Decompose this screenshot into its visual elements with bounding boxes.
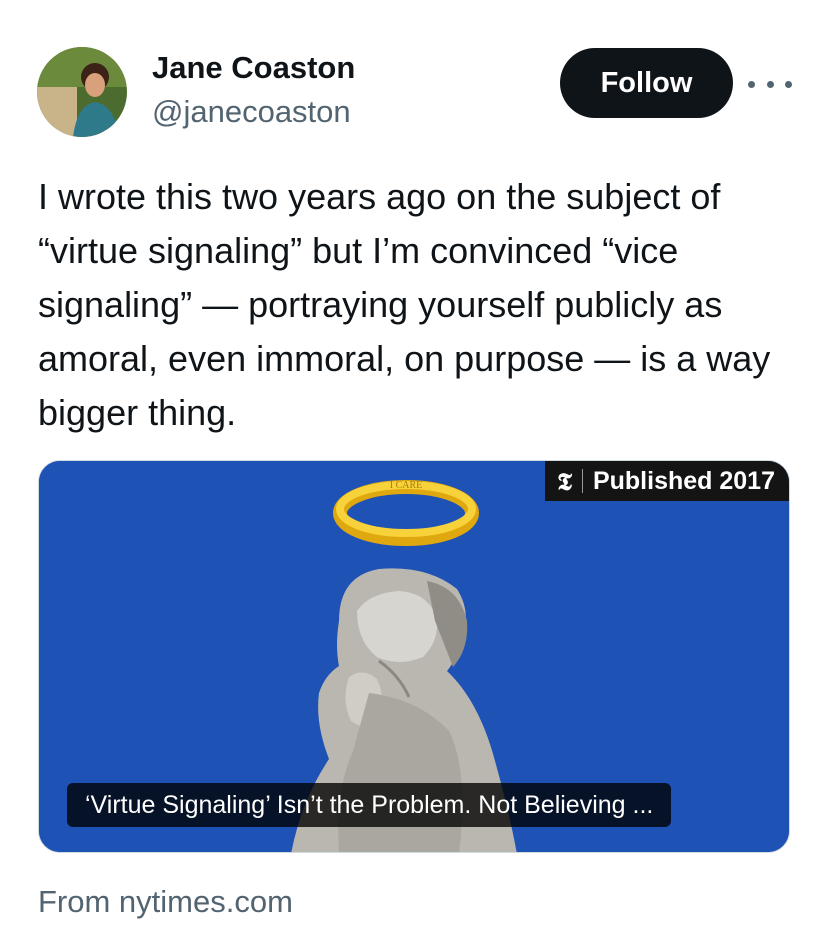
tweet-text: I wrote this two years ago on the subjec… — [38, 176, 771, 433]
article-title[interactable]: ‘Virtue Signaling’ Isn’t the Problem. No… — [67, 783, 672, 827]
published-badge: 𝕿 Published 2017 — [545, 461, 789, 501]
link-card[interactable]: I CARE 𝕿 Published 2017 ‘Virtue Signalin… — [38, 460, 790, 853]
published-text: Published 2017 — [592, 466, 775, 495]
avatar[interactable] — [37, 47, 127, 137]
follow-button[interactable]: Follow — [560, 48, 733, 118]
more-options-icon[interactable] — [748, 70, 792, 98]
badge-divider — [581, 469, 583, 493]
nyt-logo-icon: 𝕿 — [557, 466, 572, 496]
author-handle[interactable]: @janecoaston — [152, 94, 351, 130]
avatar-image — [37, 47, 127, 137]
halo-text: I CARE — [390, 480, 423, 491]
author-name[interactable]: Jane Coaston — [152, 50, 355, 86]
link-source[interactable]: From nytimes.com — [38, 884, 293, 920]
